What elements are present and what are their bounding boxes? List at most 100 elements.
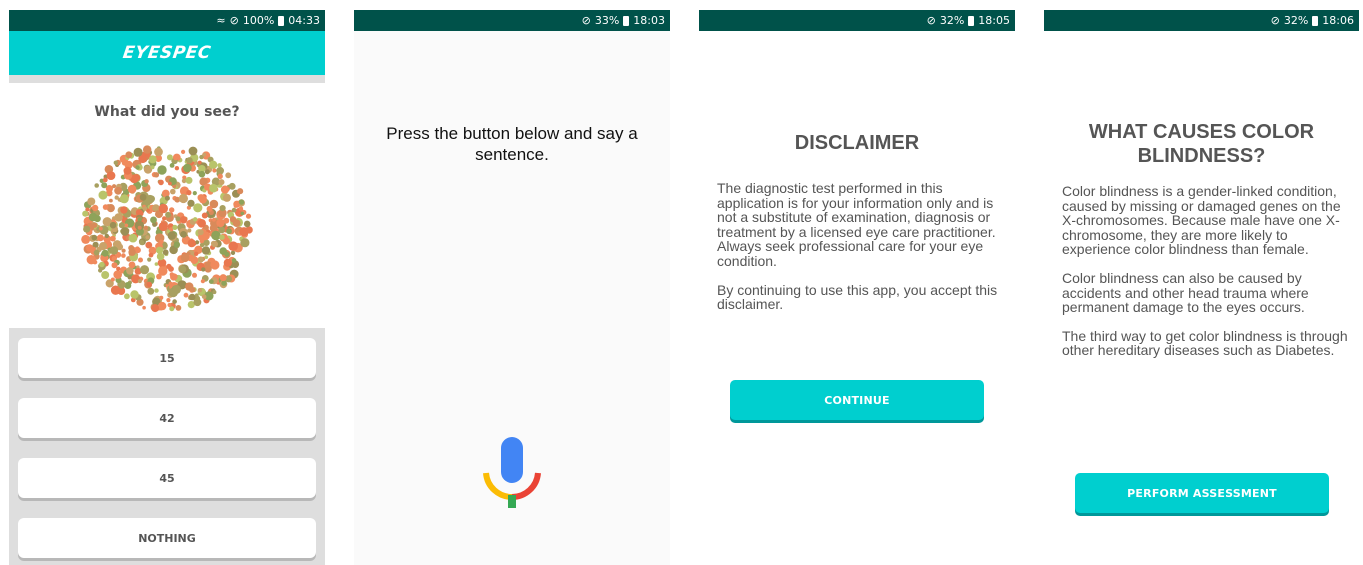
plate-dot (120, 227, 130, 236)
plate-dot (99, 261, 105, 268)
plate-dot (240, 211, 245, 216)
microphone-icon[interactable] (482, 437, 542, 509)
plate-dot (101, 271, 110, 279)
plate-dot (113, 160, 118, 165)
plate-dot (188, 146, 198, 156)
plate-dot (116, 266, 121, 271)
plate-dot (109, 221, 117, 229)
plate-dot (99, 226, 103, 231)
battery-icon (623, 15, 630, 26)
plate-dot (150, 165, 155, 170)
plate-dot (173, 241, 180, 248)
plate-dot (208, 279, 214, 284)
plate-dot (226, 228, 232, 235)
plate-dot (168, 281, 173, 286)
plate-dot (150, 216, 157, 224)
plate-dot (170, 273, 178, 281)
plate-dot (158, 203, 168, 214)
perform-assessment-button[interactable]: PERFORM ASSESSMENT (1075, 473, 1329, 513)
plate-dot (167, 231, 176, 240)
plate-dot (185, 176, 193, 184)
plate-dot (187, 228, 192, 233)
status-bar: ⊘ 33% 18:03 (354, 10, 670, 31)
plate-dot (188, 293, 196, 301)
status-bar: ⊘ 32% 18:05 (699, 10, 1015, 31)
plate-dot (154, 288, 159, 293)
plate-dot (186, 190, 192, 196)
plate-dot (139, 265, 150, 275)
plate-dot (127, 275, 132, 280)
plate-dot (201, 294, 207, 299)
battery-percent: 100% (242, 14, 275, 27)
plate-dot (197, 219, 206, 228)
plate-dot (88, 212, 98, 222)
eyespec-question-screen: ≈ ⊘ 100% 04:33 EYESPEC What did you see?… (9, 10, 325, 565)
plate-dot (178, 193, 188, 204)
answer-button-nothing[interactable]: NOTHING (18, 518, 316, 558)
plate-dot (109, 246, 119, 255)
do-not-disturb-icon: ⊘ (1270, 14, 1280, 27)
plate-dot (216, 218, 225, 228)
question-text: What did you see? (94, 104, 240, 120)
plate-dot (166, 298, 171, 303)
plate-dot (197, 229, 204, 236)
plate-dot (151, 304, 160, 313)
continue-button[interactable]: CONTINUE (730, 380, 984, 420)
plate-dot (101, 182, 108, 189)
plate-dot (245, 213, 252, 219)
plate-dot (148, 252, 154, 258)
plate-dot (145, 235, 150, 240)
plate-dot (172, 224, 178, 230)
plate-dot (218, 179, 225, 186)
answer-button-15[interactable]: 15 (18, 338, 316, 378)
plate-dot (158, 221, 168, 232)
plate-dot (142, 305, 146, 310)
plate-dot (113, 270, 122, 279)
plate-dot (114, 213, 123, 222)
plate-dot (200, 279, 205, 284)
answer-button-45[interactable]: 45 (18, 458, 316, 498)
plate-dot (135, 165, 140, 170)
do-not-disturb-icon: ⊘ (581, 14, 591, 27)
plate-dot (139, 239, 145, 246)
plate-dot (128, 233, 138, 243)
plate-dot (180, 231, 187, 238)
plate-dot (204, 169, 210, 175)
plate-dot (175, 216, 181, 222)
battery-icon (278, 15, 285, 26)
plate-dot (87, 197, 96, 206)
plate-dot (154, 147, 163, 157)
plate-dot (192, 272, 197, 278)
plate-dot (217, 173, 223, 179)
plate-dot (197, 160, 202, 165)
plate-dot (97, 234, 104, 242)
plate-dot (201, 212, 208, 219)
plate-dot (82, 210, 89, 217)
plate-dot (99, 242, 108, 251)
wifi-icon: ≈ (216, 14, 226, 27)
plate-dot (128, 261, 136, 269)
plate-dot (239, 227, 249, 237)
plate-dot (193, 203, 203, 213)
answer-button-42[interactable]: 42 (18, 398, 316, 438)
plate-dot (127, 184, 137, 194)
plate-dot (93, 249, 100, 256)
plate-dot (187, 239, 196, 248)
plate-dot (219, 205, 226, 212)
plate-dot (81, 234, 91, 244)
plate-dot (86, 255, 96, 265)
plate-dot (165, 211, 172, 218)
disclaimer-acceptance-text: By continuing to use this app, you accep… (717, 281, 998, 313)
plate-dot (125, 151, 133, 159)
plate-dot (204, 265, 212, 273)
plate-dot (147, 257, 152, 262)
plate-dot (142, 206, 148, 211)
plate-dot (180, 253, 190, 263)
ishihara-plate-container (9, 140, 325, 322)
plate-dot (223, 258, 232, 267)
plate-dot (101, 249, 109, 257)
plate-dot (121, 248, 126, 253)
plate-dot (102, 204, 109, 210)
plate-dot (104, 233, 109, 239)
plate-dot (212, 217, 216, 222)
